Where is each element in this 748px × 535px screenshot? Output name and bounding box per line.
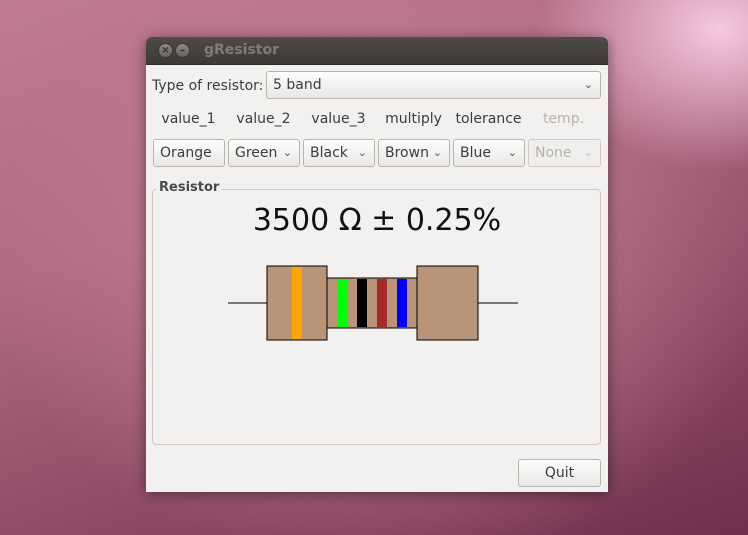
band-3 [357, 279, 367, 327]
band-1 [292, 267, 302, 339]
band-5 [397, 279, 407, 327]
band-4 [377, 279, 387, 327]
resistor-diagram [228, 265, 518, 341]
band-2 [338, 279, 348, 327]
quit-button[interactable]: Quit [518, 459, 601, 487]
resistor-cap-right [416, 265, 479, 341]
app-window: × – gResistor Type of resistor: 5 band ⌄… [146, 37, 608, 492]
